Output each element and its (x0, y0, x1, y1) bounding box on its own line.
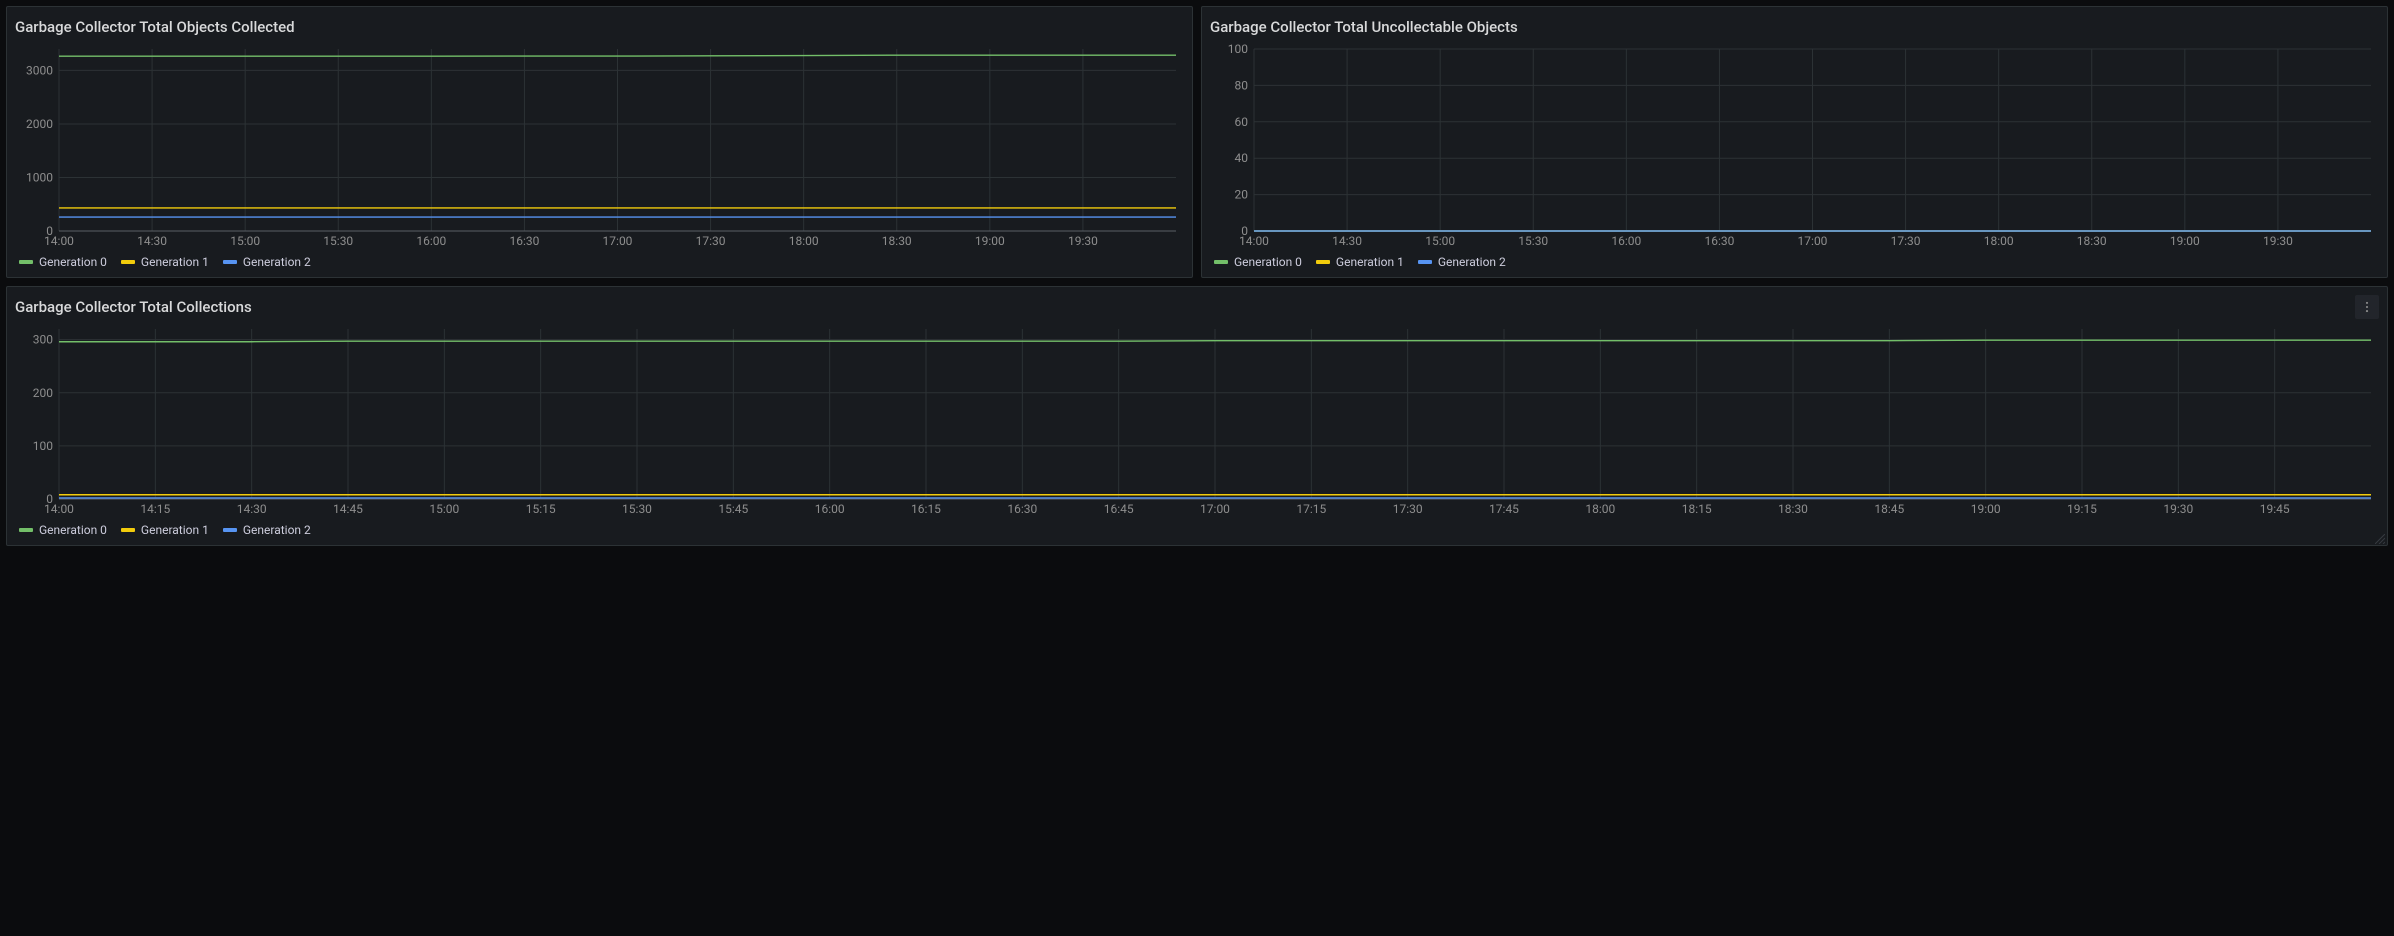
svg-text:18:30: 18:30 (1778, 502, 1808, 516)
svg-text:15:45: 15:45 (718, 502, 748, 516)
legend-label: Generation 1 (141, 255, 209, 269)
svg-text:200: 200 (33, 386, 53, 400)
legend-label: Generation 0 (39, 523, 107, 537)
svg-text:14:30: 14:30 (1332, 234, 1362, 248)
svg-text:14:30: 14:30 (237, 502, 267, 516)
svg-text:20: 20 (1235, 188, 1249, 202)
legend-item-gen0[interactable]: Generation 0 (1214, 255, 1302, 269)
chart-legend: Generation 0 Generation 1 Generation 2 (15, 251, 1184, 269)
panel-gc-collections: Garbage Collector Total Collections 0100… (6, 286, 2388, 546)
legend-label: Generation 1 (141, 523, 209, 537)
svg-text:19:00: 19:00 (975, 234, 1005, 248)
svg-text:18:00: 18:00 (1585, 502, 1615, 516)
legend-label: Generation 2 (1438, 255, 1506, 269)
svg-text:15:30: 15:30 (622, 502, 652, 516)
svg-text:19:15: 19:15 (2067, 502, 2097, 516)
svg-text:1000: 1000 (26, 170, 53, 184)
panel-gc-uncollectable: Garbage Collector Total Uncollectable Ob… (1201, 6, 2388, 278)
legend-label: Generation 0 (39, 255, 107, 269)
svg-text:40: 40 (1235, 151, 1249, 165)
svg-text:16:30: 16:30 (1007, 502, 1037, 516)
svg-text:300: 300 (33, 333, 53, 347)
dashboard-grid: Garbage Collector Total Objects Collecte… (6, 6, 2388, 546)
svg-text:19:30: 19:30 (1068, 234, 1098, 248)
svg-text:16:00: 16:00 (1611, 234, 1641, 248)
svg-text:15:00: 15:00 (230, 234, 260, 248)
svg-text:14:00: 14:00 (44, 502, 74, 516)
svg-text:3000: 3000 (26, 63, 53, 77)
legend-item-gen2[interactable]: Generation 2 (223, 255, 311, 269)
svg-text:18:15: 18:15 (1682, 502, 1712, 516)
resize-handle-icon[interactable] (2375, 533, 2385, 543)
svg-text:17:00: 17:00 (1798, 234, 1828, 248)
svg-text:16:15: 16:15 (911, 502, 941, 516)
svg-text:80: 80 (1235, 78, 1249, 92)
chart-legend: Generation 0 Generation 1 Generation 2 (15, 519, 2379, 537)
legend-item-gen0[interactable]: Generation 0 (19, 255, 107, 269)
legend-label: Generation 2 (243, 523, 311, 537)
panel-header: Garbage Collector Total Objects Collecte… (15, 13, 1184, 41)
svg-text:14:45: 14:45 (333, 502, 363, 516)
panel-title: Garbage Collector Total Objects Collecte… (15, 18, 295, 36)
chart-legend: Generation 0 Generation 1 Generation 2 (1210, 251, 2379, 269)
svg-text:60: 60 (1235, 115, 1249, 129)
svg-text:100: 100 (1228, 42, 1248, 56)
legend-item-gen1[interactable]: Generation 1 (121, 523, 209, 537)
svg-text:15:30: 15:30 (323, 234, 353, 248)
svg-text:15:15: 15:15 (526, 502, 556, 516)
svg-text:2000: 2000 (26, 117, 53, 131)
chart-plot-area[interactable]: 02040608010014:0014:3015:0015:3016:0016:… (1210, 41, 2379, 251)
chart-plot-area[interactable]: 010002000300014:0014:3015:0015:3016:0016… (15, 41, 1184, 251)
svg-text:17:30: 17:30 (1393, 502, 1423, 516)
svg-text:17:00: 17:00 (1200, 502, 1230, 516)
svg-text:16:30: 16:30 (509, 234, 539, 248)
panel-header: Garbage Collector Total Collections (15, 293, 2379, 321)
svg-text:18:30: 18:30 (882, 234, 912, 248)
legend-item-gen0[interactable]: Generation 0 (19, 523, 107, 537)
panel-title: Garbage Collector Total Collections (15, 298, 252, 316)
legend-item-gen1[interactable]: Generation 1 (1316, 255, 1404, 269)
svg-text:14:00: 14:00 (44, 234, 74, 248)
legend-item-gen1[interactable]: Generation 1 (121, 255, 209, 269)
ellipsis-vertical-icon (2360, 300, 2374, 314)
svg-text:14:30: 14:30 (137, 234, 167, 248)
panel-header: Garbage Collector Total Uncollectable Ob… (1210, 13, 2379, 41)
svg-text:14:00: 14:00 (1239, 234, 1269, 248)
panel-gc-objects-collected: Garbage Collector Total Objects Collecte… (6, 6, 1193, 278)
svg-text:19:00: 19:00 (2170, 234, 2200, 248)
svg-text:18:30: 18:30 (2077, 234, 2107, 248)
svg-text:17:30: 17:30 (696, 234, 726, 248)
svg-text:15:30: 15:30 (1518, 234, 1548, 248)
legend-item-gen2[interactable]: Generation 2 (1418, 255, 1506, 269)
svg-text:16:00: 16:00 (416, 234, 446, 248)
legend-label: Generation 2 (243, 255, 311, 269)
legend-item-gen2[interactable]: Generation 2 (223, 523, 311, 537)
svg-text:19:30: 19:30 (2263, 234, 2293, 248)
svg-text:100: 100 (33, 439, 53, 453)
svg-text:19:30: 19:30 (2163, 502, 2193, 516)
svg-text:15:00: 15:00 (429, 502, 459, 516)
svg-text:17:30: 17:30 (1891, 234, 1921, 248)
svg-text:16:00: 16:00 (815, 502, 845, 516)
svg-text:17:15: 17:15 (1296, 502, 1326, 516)
svg-text:18:45: 18:45 (1874, 502, 1904, 516)
legend-label: Generation 1 (1336, 255, 1404, 269)
svg-text:18:00: 18:00 (789, 234, 819, 248)
panel-menu-button[interactable] (2355, 295, 2379, 319)
svg-text:19:45: 19:45 (2260, 502, 2290, 516)
legend-label: Generation 0 (1234, 255, 1302, 269)
svg-text:16:45: 16:45 (1104, 502, 1134, 516)
svg-text:16:30: 16:30 (1704, 234, 1734, 248)
panel-title: Garbage Collector Total Uncollectable Ob… (1210, 18, 1518, 36)
svg-text:17:00: 17:00 (603, 234, 633, 248)
svg-text:14:15: 14:15 (140, 502, 170, 516)
svg-text:15:00: 15:00 (1425, 234, 1455, 248)
svg-text:18:00: 18:00 (1984, 234, 2014, 248)
chart-plot-area[interactable]: 010020030014:0014:1514:3014:4515:0015:15… (15, 321, 2379, 519)
svg-text:19:00: 19:00 (1971, 502, 2001, 516)
svg-text:17:45: 17:45 (1489, 502, 1519, 516)
